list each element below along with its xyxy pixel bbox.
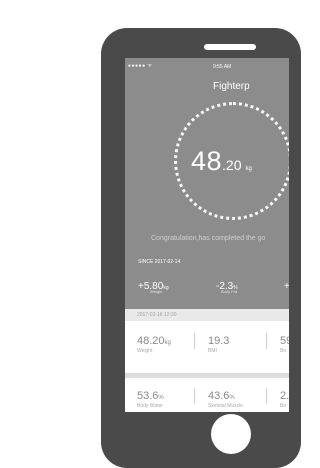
change-body-fat: -2.3% Body Fat	[216, 276, 238, 294]
metric-label: Body Water	[137, 403, 163, 409]
metric-label: Bo	[280, 348, 287, 354]
change-label: Weight	[150, 289, 163, 294]
phone-speaker	[204, 44, 256, 50]
metric-body-water: 53.6% Body Water	[137, 386, 164, 409]
metric-unit: %	[158, 395, 164, 401]
divider	[194, 388, 195, 404]
metric-weight: 48.20kg Weight	[137, 331, 171, 354]
metric-label: BMI	[208, 348, 217, 354]
metric-value: 53.6	[137, 390, 159, 402]
weight-unit: kg	[245, 166, 252, 172]
metric-label: Skeletal Muscle	[208, 403, 244, 409]
metric-value: 59	[280, 335, 289, 347]
metric-label: Weight	[137, 348, 153, 354]
metric-unit: %	[229, 395, 235, 401]
congrats-message: Congratulation,has completed the go	[151, 235, 266, 242]
change-label: Body Fat	[221, 289, 238, 294]
status-time: 9:55 AM	[213, 64, 232, 70]
change-weight: +5.80kg Weight	[138, 276, 169, 294]
divider	[266, 388, 267, 404]
metric-value: 43.6	[208, 390, 230, 402]
status-bar: ●●●●● ᯤ 9:55 AM	[125, 62, 289, 72]
record-date: 2017-02-16 12:30	[137, 312, 177, 318]
metric-third: 59 Bo	[280, 331, 289, 354]
weight-decimal: .20	[222, 157, 242, 173]
metric-value: 19.3	[208, 335, 230, 347]
metric-label: Bo	[280, 403, 287, 409]
metrics-card-1[interactable]: 48.20kg Weight 19.3 BMI 59 Bo	[125, 321, 289, 373]
since-date: SINCE 2017-02-14	[138, 259, 181, 265]
change-unit: kg	[163, 285, 169, 291]
divider	[266, 333, 267, 349]
metric-bmi: 19.3 BMI	[208, 331, 230, 354]
app-screen: ●●●●● ᯤ 9:55 AM Fighterp 48.20 kg Congrat…	[125, 58, 289, 412]
change-third: +2	[284, 276, 289, 294]
record-date-bar: 2017-02-16 12:30	[125, 309, 289, 321]
current-weight: 48.20 kg	[191, 146, 252, 177]
metric-third-2: 2. Bo	[280, 386, 289, 409]
metric-value: 2.	[280, 390, 289, 402]
home-button[interactable]	[211, 414, 251, 454]
metric-unit: kg	[164, 340, 171, 346]
signal-icon: ●●●●● ᯤ	[128, 63, 153, 69]
metrics-card-2[interactable]: 53.6% Body Water 43.6% Skeletal Muscle 2…	[125, 378, 289, 412]
weight-integer: 48	[191, 146, 223, 176]
change-value: +2	[284, 281, 289, 292]
app-title: Fighterp	[213, 81, 250, 92]
divider	[194, 333, 195, 349]
metric-value: 48.20	[137, 335, 165, 347]
metric-skeletal-muscle: 43.6% Skeletal Muscle	[208, 386, 243, 409]
